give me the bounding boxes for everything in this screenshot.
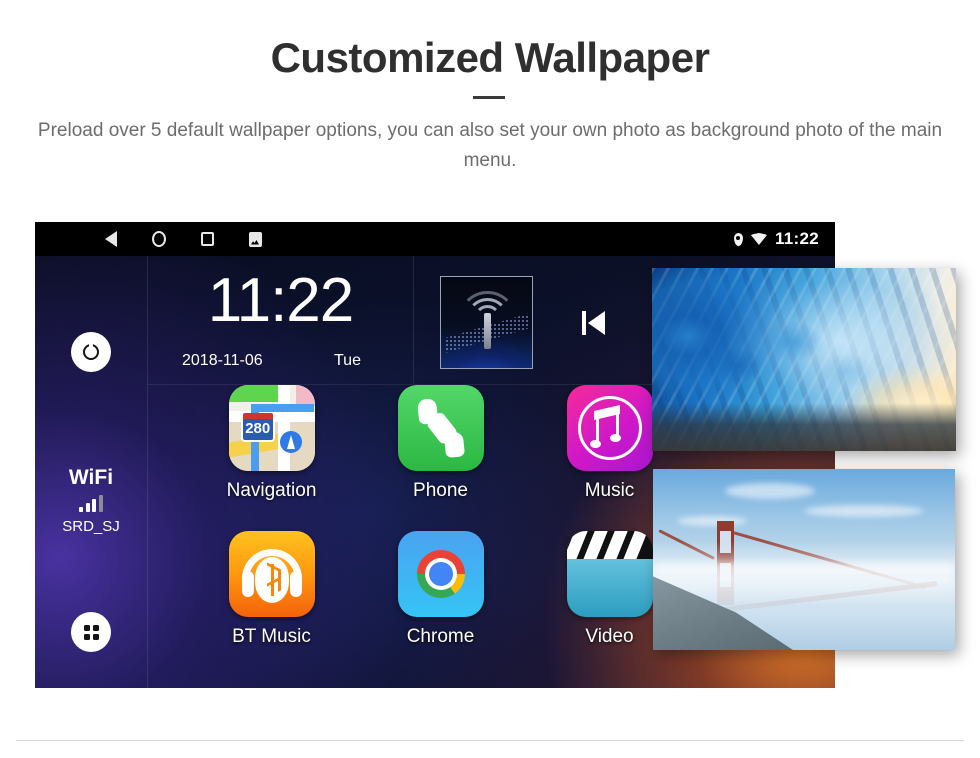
- app-label: Phone: [413, 480, 468, 501]
- wifi-signal-icon: [35, 494, 147, 512]
- section-divider: [16, 740, 964, 741]
- screenshot-icon[interactable]: [231, 222, 279, 256]
- route-shield-badge: 280: [240, 412, 275, 442]
- golden-gate-bridge-wallpaper-thumbnail[interactable]: [653, 469, 955, 650]
- title-divider: [473, 96, 505, 99]
- app-label: Navigation: [226, 480, 317, 501]
- power-icon[interactable]: [71, 332, 111, 372]
- previous-track-icon[interactable]: [582, 308, 612, 338]
- recents-icon[interactable]: [183, 222, 231, 256]
- back-icon[interactable]: [87, 222, 135, 256]
- home-icon[interactable]: [135, 222, 183, 256]
- page-title: Customized Wallpaper: [270, 34, 710, 81]
- chrome-icon: [397, 531, 484, 617]
- phone-icon: [397, 385, 484, 471]
- location-icon: [733, 232, 743, 246]
- clock-time: 11:22: [207, 266, 355, 335]
- app-bt-music[interactable]: BT Music: [194, 531, 349, 648]
- page-subtitle: Preload over 5 default wallpaper options…: [37, 120, 943, 171]
- statusbar-clock: 11:22: [774, 229, 819, 248]
- app-label: BT Music: [232, 626, 311, 647]
- video-clapperboard-icon: [566, 531, 653, 617]
- wifi-label: WiFi: [68, 466, 114, 489]
- radio-tower-icon[interactable]: [440, 276, 533, 369]
- apps-grid-icon[interactable]: [71, 612, 111, 652]
- music-icon: [566, 385, 653, 471]
- app-chrome[interactable]: Chrome: [363, 531, 518, 648]
- promo-page: Customized Wallpaper Preload over 5 defa…: [0, 0, 980, 758]
- clock-widget[interactable]: 11:22 2018-11-06 Tue: [148, 256, 414, 385]
- maps-icon: 280: [228, 385, 315, 471]
- app-label: Chrome: [406, 626, 475, 647]
- android-status-bar: 11:22: [35, 222, 835, 256]
- wifi-icon: [750, 233, 767, 245]
- app-phone[interactable]: Phone: [363, 385, 518, 502]
- bluetooth-music-icon: [228, 531, 315, 617]
- app-navigation[interactable]: 280 Navigation: [194, 385, 349, 502]
- clock-weekday: Tue: [334, 352, 361, 369]
- clock-date: 2018-11-06: [182, 352, 263, 369]
- ice-cave-wallpaper-thumbnail[interactable]: [652, 268, 956, 451]
- left-rail: WiFi SRD_SJ: [35, 256, 148, 688]
- wifi-ssid: SRD_SJ: [62, 518, 120, 535]
